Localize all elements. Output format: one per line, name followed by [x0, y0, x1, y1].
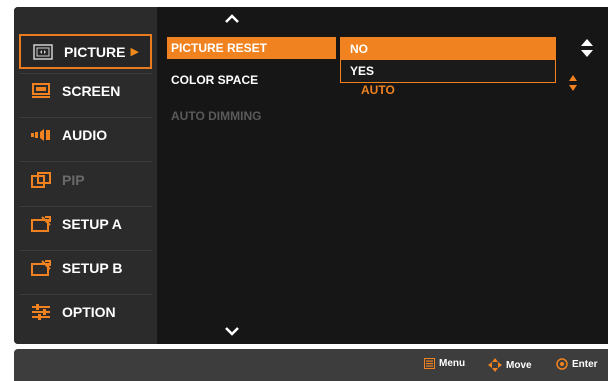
picture-icon — [32, 43, 54, 61]
main-panel: PICTURE RESET COLOR SPACE AUTO AUTO DIMM… — [157, 7, 608, 344]
menu-icon — [424, 358, 435, 369]
sidebar-item-picture[interactable]: PICTURE ▶ — [19, 34, 152, 69]
enter-hint: Enter — [556, 358, 598, 370]
sidebar-item-audio[interactable]: AUDIO — [19, 117, 152, 152]
setup-icon — [30, 259, 52, 277]
sidebar: PICTURE ▶ SCREEN AUDIO PIP SETUP A SETUP… — [14, 7, 157, 344]
sidebar-item-setup-a[interactable]: SETUP A — [19, 206, 152, 241]
menu-row-color-space[interactable]: COLOR SPACE — [167, 69, 258, 91]
screen-icon — [30, 82, 52, 100]
menu-hint-label: Menu — [439, 358, 466, 369]
audio-icon — [30, 126, 52, 144]
setup-icon — [30, 215, 52, 233]
menu-row-picture-reset[interactable]: PICTURE RESET — [167, 37, 336, 59]
scroll-down-icon[interactable] — [224, 326, 240, 336]
footer-bar: Menu Move Enter — [14, 349, 608, 381]
sidebar-item-label: PIP — [62, 171, 85, 188]
row-label: AUTO DIMMING — [171, 109, 262, 123]
sidebar-item-option[interactable]: OPTION — [19, 294, 152, 329]
reset-dropdown[interactable]: NO YES — [340, 37, 556, 83]
move-icon — [488, 358, 502, 372]
active-arrow-icon: ▶ — [130, 46, 139, 58]
sidebar-item-label: OPTION — [62, 303, 116, 320]
sidebar-item-screen[interactable]: SCREEN — [19, 73, 152, 108]
updown-arrow-icon[interactable] — [580, 37, 594, 59]
sidebar-item-label: SETUP A — [62, 215, 122, 232]
color-space-value: AUTO — [361, 83, 395, 97]
move-hint: Move — [488, 358, 532, 372]
menu-hint: Menu — [424, 358, 465, 369]
enter-icon — [556, 358, 568, 370]
sidebar-item-label: SCREEN — [62, 82, 121, 99]
sidebar-item-pip: PIP — [19, 162, 152, 197]
sidebar-item-label: AUDIO — [62, 126, 108, 143]
dropdown-option-no[interactable]: NO — [341, 38, 555, 60]
updown-arrow-icon[interactable] — [568, 72, 578, 94]
menu-row-auto-dimming: AUTO DIMMING — [167, 105, 261, 127]
row-label: PICTURE RESET — [171, 41, 268, 55]
pip-icon — [30, 171, 52, 189]
move-hint-label: Move — [506, 359, 532, 371]
enter-hint-label: Enter — [572, 358, 598, 370]
sidebar-item-label: SETUP B — [62, 259, 123, 276]
dropdown-option-yes[interactable]: YES — [341, 60, 555, 82]
scroll-up-icon[interactable] — [224, 14, 240, 24]
option-icon — [30, 303, 52, 321]
osd-menu: PICTURE ▶ SCREEN AUDIO PIP SETUP A SETUP… — [14, 7, 608, 344]
sidebar-item-label: PICTURE — [64, 43, 126, 60]
sidebar-item-setup-b[interactable]: SETUP B — [19, 250, 152, 285]
row-label: COLOR SPACE — [171, 73, 259, 87]
